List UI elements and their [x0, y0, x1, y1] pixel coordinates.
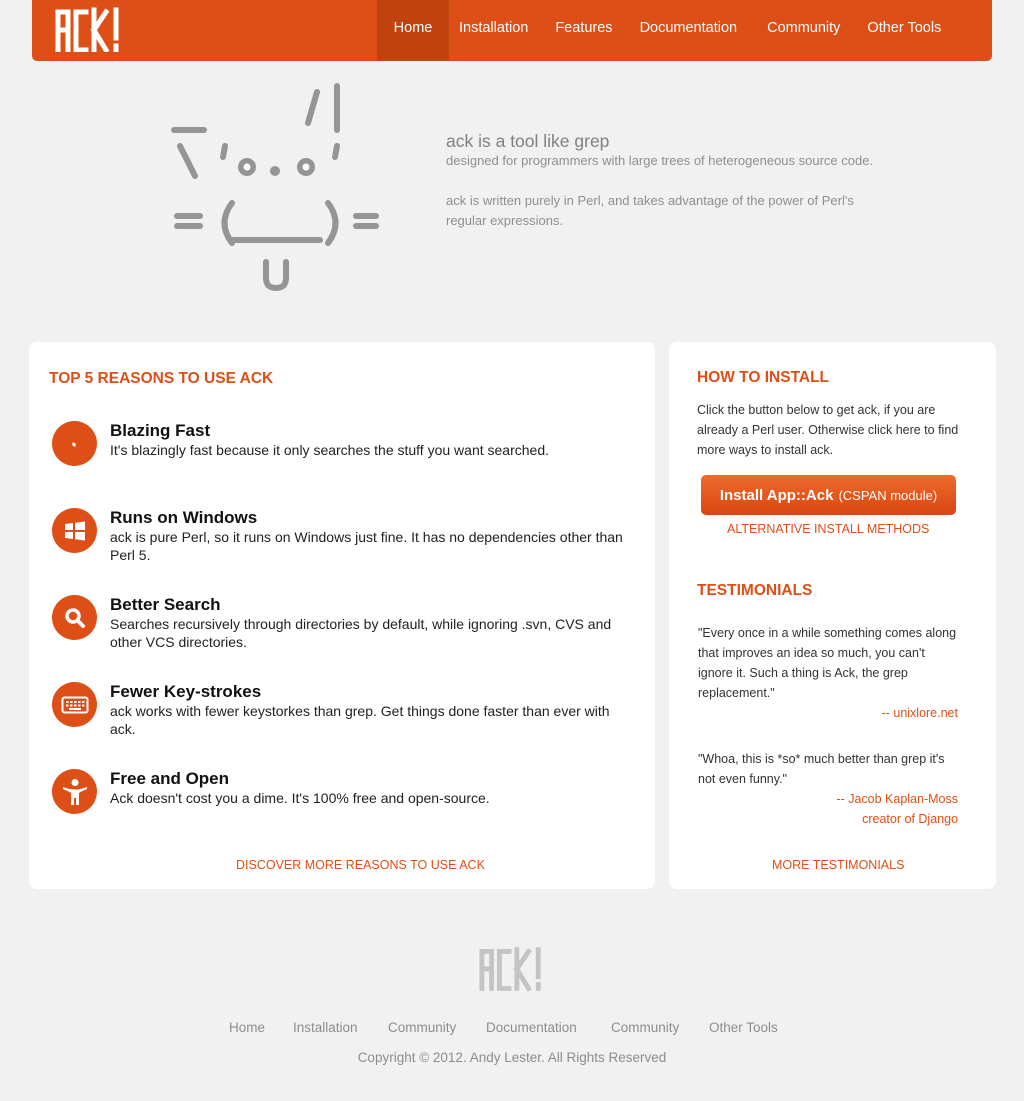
- reason-title: Free and Open: [110, 769, 230, 788]
- reason-description: Ack doesn't cost you a dime. It's 100% f…: [110, 790, 490, 806]
- lightning-icon: [52, 421, 97, 466]
- reason-item: Better Search Searches recursively throu…: [52, 595, 632, 655]
- hero-text: ack is a tool like grep designed for pro…: [446, 131, 896, 231]
- testimonial-author-role: creator of Django: [862, 812, 958, 826]
- install-description: Click the button below to get ack, if yo…: [697, 403, 959, 457]
- ack-ascii-cat-illustration: [171, 83, 379, 292]
- reason-title: Better Search: [110, 595, 221, 614]
- hero-description: designed for programmers with large tree…: [446, 153, 874, 168]
- testimonial-quote: "Whoa, this is *so* much better than gre…: [698, 752, 945, 786]
- testimonial-author: -- unixlore.net: [881, 706, 958, 720]
- reason-title: Blazing Fast: [110, 421, 211, 440]
- footer-link-home[interactable]: Home: [229, 1020, 265, 1035]
- footer-link-other-tools[interactable]: Other Tools: [709, 1020, 778, 1035]
- copyright-text: Copyright © 2012. Andy Lester. All Right…: [357, 1050, 667, 1065]
- footer-link-community-2[interactable]: Community: [611, 1020, 679, 1035]
- nav-community[interactable]: Community: [767, 0, 840, 61]
- ack-logo[interactable]: [54, 6, 124, 52]
- reason-item: Free and Open Ack doesn't cost you a dim…: [52, 769, 632, 829]
- reason-description: Searches recursively through directories…: [110, 616, 612, 650]
- reasons-heading: TOP 5 REASONS TO USE ACK: [49, 370, 274, 387]
- reason-description: ack works with fewer keystorkes than gre…: [110, 703, 610, 737]
- hero-title: ack is a tool like grep: [446, 131, 610, 151]
- footer-link-installation[interactable]: Installation: [293, 1020, 358, 1035]
- footer-ack-logo[interactable]: [478, 944, 546, 992]
- install-card: HOW TO INSTALL Click the button below to…: [669, 342, 996, 889]
- nav-features[interactable]: Features: [555, 0, 612, 61]
- keyboard-icon: [52, 682, 97, 727]
- windows-icon: [52, 508, 97, 553]
- top-nav-bar: Home Installation Features Documentation…: [32, 0, 992, 61]
- footer-nav: Home Installation Community Documentatio…: [0, 1020, 1024, 1040]
- install-button-label: Install App::Ack: [719, 486, 834, 504]
- reason-title: Runs on Windows: [110, 508, 258, 527]
- testimonials-heading: TESTIMONIALS: [697, 582, 813, 599]
- reason-description: It's blazingly fast because it only sear…: [110, 442, 549, 458]
- footer-link-documentation[interactable]: Documentation: [486, 1020, 577, 1035]
- nav-other-tools[interactable]: Other Tools: [867, 0, 941, 61]
- alternative-install-methods-link[interactable]: ALTERNATIVE INSTALL METHODS: [727, 522, 929, 536]
- hero-perl-note: ack is written purely in Perl, and takes…: [446, 193, 854, 228]
- main-nav: Home Installation Features Documentation…: [377, 0, 941, 61]
- nav-installation[interactable]: Installation: [459, 0, 528, 61]
- install-heading: HOW TO INSTALL: [697, 369, 830, 386]
- footer-link-community[interactable]: Community: [388, 1020, 456, 1035]
- reasons-card: TOP 5 REASONS TO USE ACK Blazing Fast It…: [29, 342, 655, 889]
- install-app-ack-button[interactable]: Install App::Ack (CSPAN module): [701, 475, 956, 515]
- search-icon: [52, 595, 97, 640]
- more-testimonials-link[interactable]: MORE TESTIMONIALS: [772, 858, 904, 872]
- reason-item: Fewer Key-strokes ack works with fewer k…: [52, 682, 632, 742]
- reason-title: Fewer Key-strokes: [110, 682, 262, 701]
- discover-more-reasons-link[interactable]: DISCOVER MORE REASONS TO USE ACK: [236, 858, 485, 872]
- testimonial-author: -- Jacob Kaplan-Moss: [836, 792, 958, 806]
- nav-home[interactable]: Home: [377, 0, 449, 61]
- testimonial-quote: "Every once in a while something comes a…: [698, 626, 957, 700]
- install-button-sublabel: (CSPAN module): [838, 487, 938, 503]
- person-icon: [52, 769, 97, 814]
- reason-item: Runs on Windows ack is pure Perl, so it …: [52, 508, 632, 568]
- reason-description: ack is pure Perl, so it runs on Windows …: [110, 529, 623, 563]
- reason-item: Blazing Fast It's blazingly fast because…: [52, 421, 632, 481]
- nav-documentation[interactable]: Documentation: [640, 0, 738, 61]
